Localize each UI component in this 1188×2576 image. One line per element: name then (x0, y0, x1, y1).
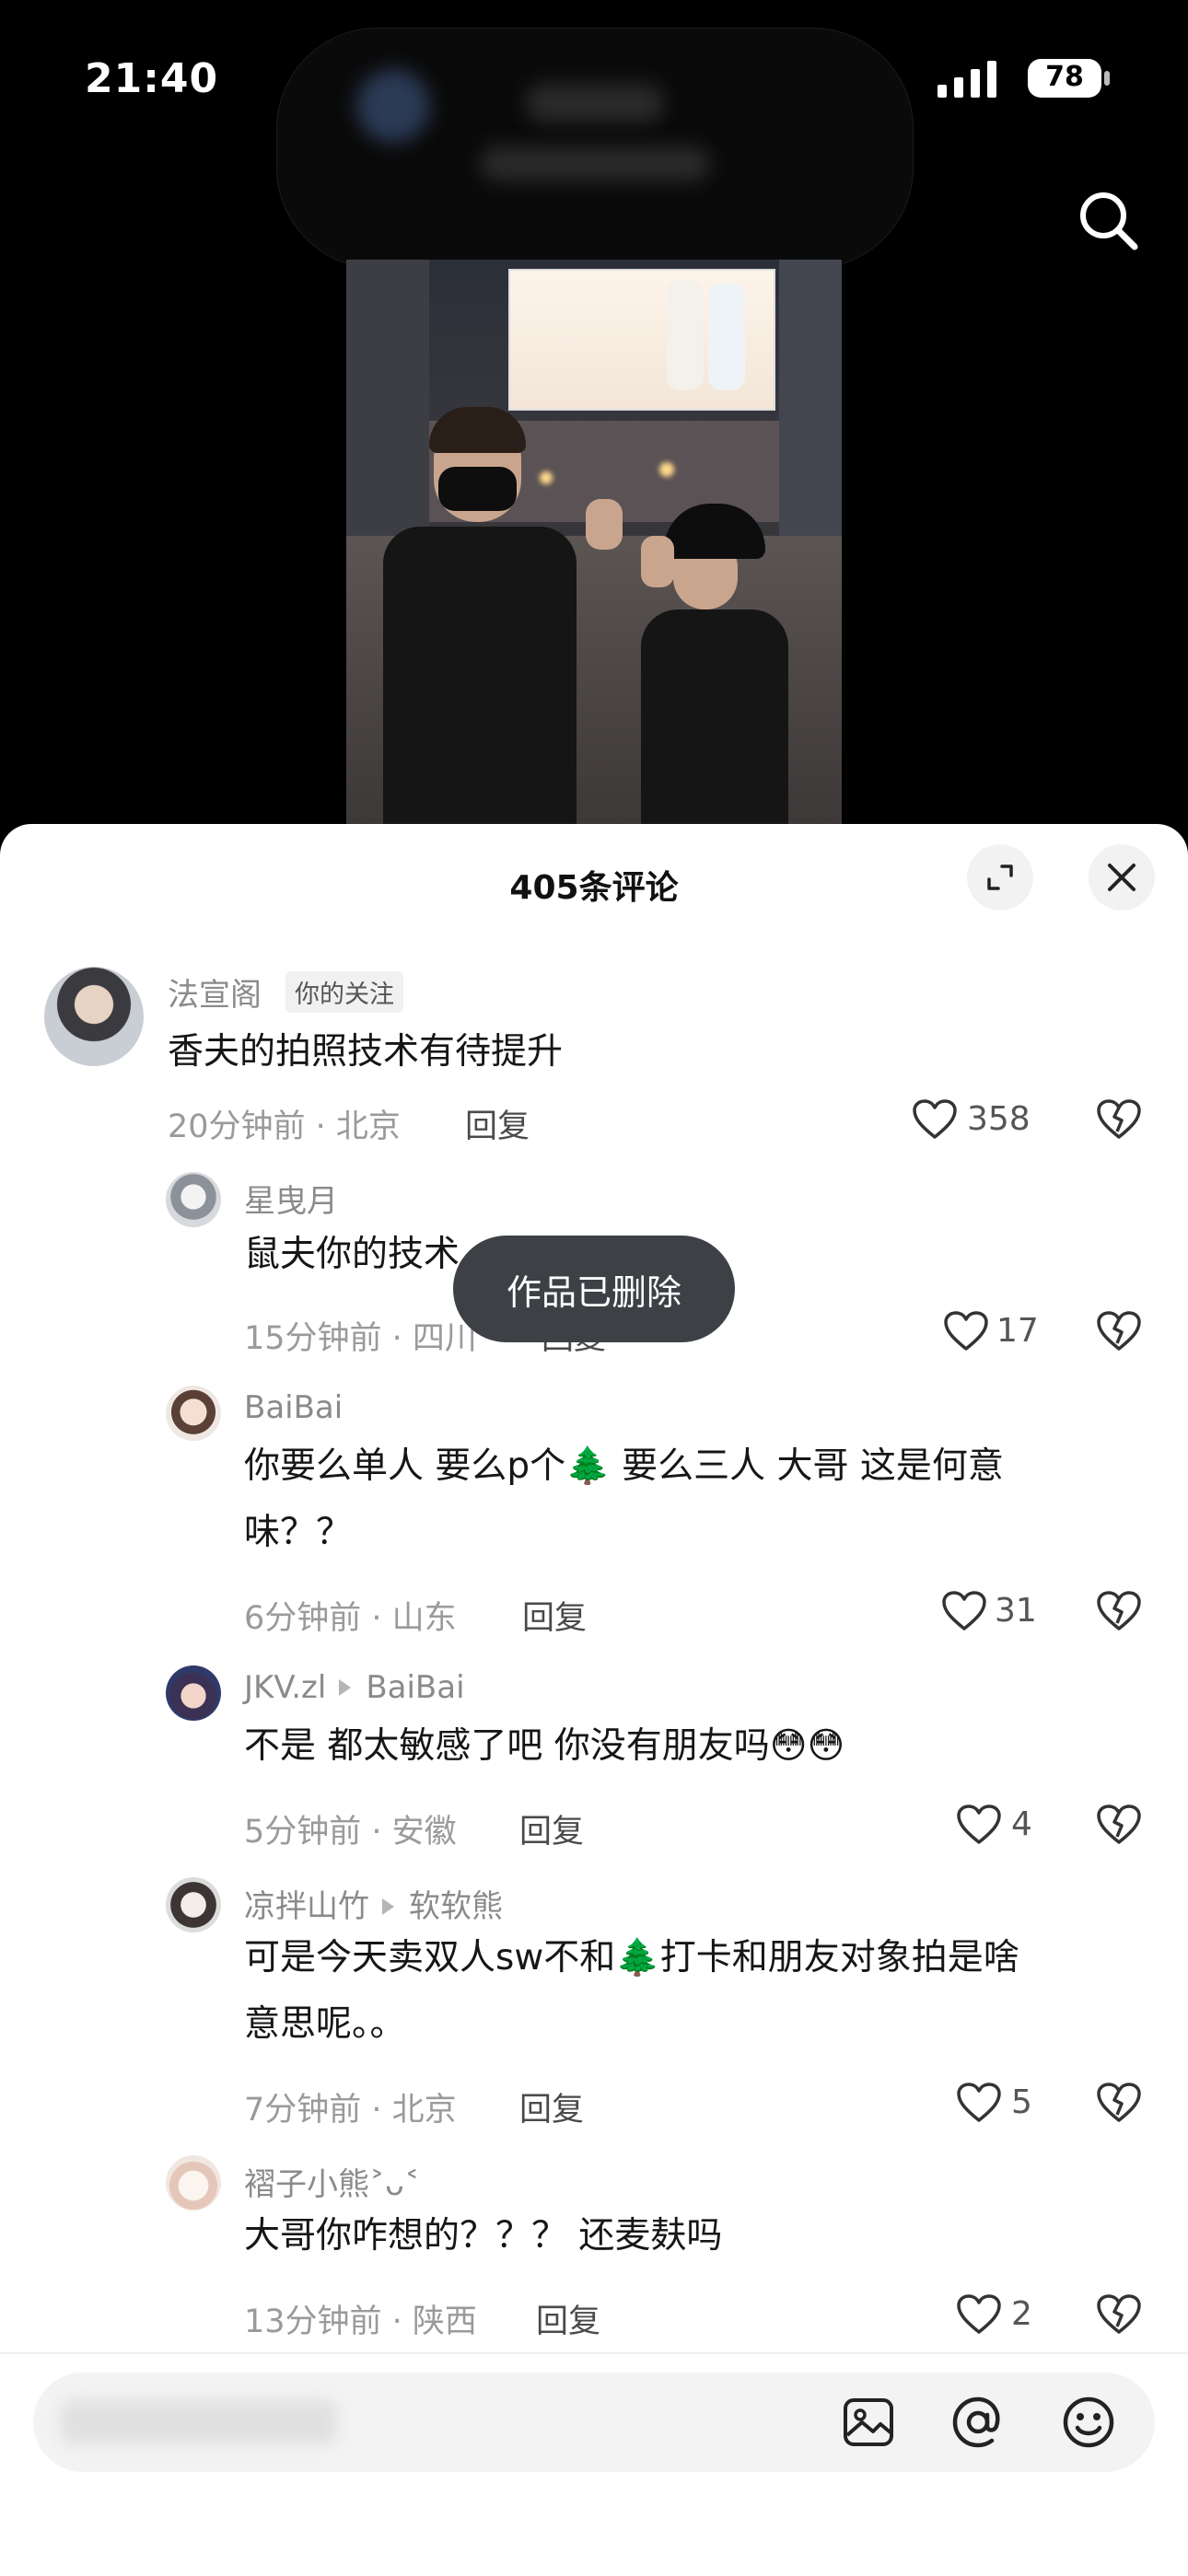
comment-meta: 13分钟前 · 陕西 (244, 2303, 477, 2340)
comment-input[interactable] (33, 2373, 1155, 2472)
following-badge: 你的关注 (285, 971, 403, 1013)
image-icon[interactable] (842, 2396, 895, 2448)
comment-sheet: 405条评论 法宣阁 你的关注 香夫的拍照技术有待提升 20分钟前 · 北京 回… (0, 824, 1188, 2574)
comment-author[interactable]: 星曳月 (244, 1176, 338, 1221)
comment-text: 鼠夫你的技术 (244, 1234, 460, 1275)
like-count: 17 (996, 1312, 1039, 1350)
person-left-hand (586, 499, 623, 550)
video-preview[interactable] (346, 260, 842, 830)
comment-text: 意思呢。。 (244, 2003, 406, 2045)
at-icon[interactable] (950, 2395, 1006, 2450)
comment-text: 香夫的拍照技术有待提升 (168, 1031, 564, 1073)
heart-icon[interactable] (956, 1804, 1002, 1846)
close-button[interactable] (1089, 844, 1155, 911)
blurred-avatar (356, 69, 430, 143)
expand-icon (987, 864, 1013, 890)
street-light (659, 462, 674, 477)
reply-arrow-icon (339, 1678, 352, 1696)
avatar[interactable] (44, 967, 144, 1066)
deleted-toast: 作品已删除 (453, 1236, 735, 1342)
person-right (641, 609, 788, 830)
heart-icon[interactable] (941, 1590, 987, 1632)
reply-to-name[interactable]: BaiBai (366, 1669, 464, 1706)
author-name[interactable]: 凉拌山竹 (244, 1888, 369, 1925)
heart-icon[interactable] (956, 2082, 1002, 2124)
heart-icon[interactable] (943, 1310, 989, 1352)
close-icon (1108, 864, 1136, 891)
broken-heart-icon[interactable] (1096, 1098, 1142, 1141)
like-count: 358 (967, 1100, 1031, 1138)
battery-level: 78 (1045, 61, 1084, 93)
reply-button[interactable]: 回复 (536, 2295, 600, 2342)
comment-text: 大哥你咋想的？？？ 还麦麸吗 (244, 2215, 723, 2257)
reply-to-name[interactable]: 软软熊 (409, 1888, 503, 1925)
person-left (383, 527, 577, 830)
status-time: 21:40 (85, 55, 219, 102)
blurred-placeholder (61, 2400, 337, 2444)
dynamic-island (276, 28, 914, 269)
broken-heart-icon[interactable] (1096, 1590, 1142, 1632)
broken-heart-icon[interactable] (1096, 2293, 1142, 2336)
avatar[interactable] (166, 1172, 221, 1227)
broken-heart-icon[interactable] (1096, 2082, 1142, 2124)
reply-button[interactable]: 回复 (519, 2083, 584, 2130)
comment-text: 可是今天卖双人sw不和🌲打卡和朋友对象拍是啥 (244, 1937, 1019, 1978)
comment-author[interactable]: 法宣阁 (168, 969, 262, 1015)
billboard (508, 269, 775, 411)
search-icon[interactable] (1076, 188, 1140, 252)
like-count: 2 (1011, 2295, 1032, 2333)
avatar[interactable] (166, 2155, 221, 2210)
reply-arrow-icon (382, 1897, 394, 1915)
street-light (540, 471, 553, 484)
comment-meta: 6分钟前 · 山东 (244, 1600, 457, 1637)
broken-heart-icon[interactable] (1096, 1310, 1142, 1352)
like-count: 4 (1011, 1805, 1032, 1843)
reply-button[interactable]: 回复 (465, 1100, 530, 1147)
like-count: 31 (995, 1592, 1037, 1630)
reply-button[interactable]: 回复 (522, 1592, 587, 1639)
reply-button[interactable]: 回复 (519, 1805, 584, 1852)
signal-icon (938, 61, 996, 98)
comment-author[interactable]: 凉拌山竹 软软熊 (244, 1881, 503, 1926)
avatar[interactable] (166, 1665, 221, 1721)
person-right-hand (641, 536, 674, 587)
expand-button[interactable] (967, 844, 1033, 911)
comment-meta: 20分钟前 · 北京 (168, 1108, 401, 1145)
heart-icon[interactable] (912, 1098, 958, 1141)
avatar[interactable] (166, 1386, 221, 1441)
like-count: 5 (1011, 2083, 1032, 2121)
blurred-subtitle (480, 146, 710, 181)
comment-text: 味？？ (244, 1512, 353, 1553)
heart-icon[interactable] (956, 2293, 1002, 2336)
comment-author[interactable]: BaiBai (244, 1389, 343, 1426)
emoji-icon[interactable] (1061, 2395, 1116, 2450)
comment-meta: 5分钟前 · 安徽 (244, 1814, 457, 1851)
comment-author[interactable]: 褶子小熊˃ᴗ˂ (244, 2159, 420, 2204)
comment-input-bar (0, 2352, 1188, 2576)
comment-author[interactable]: JKV.zl BaiBai (244, 1669, 465, 1706)
broken-heart-icon[interactable] (1096, 1804, 1142, 1846)
person-left-hair (429, 407, 526, 453)
comment-text: 你要么单人 要么p个🌲 要么三人 大哥 这是何意 (244, 1445, 1004, 1487)
comment-meta: 15分钟前 · 四川 (244, 1320, 477, 1357)
author-name[interactable]: JKV.zl (244, 1669, 326, 1706)
comment-text: 不是 都太敏感了吧 你没有朋友吗😳😳 (244, 1725, 845, 1767)
avatar[interactable] (166, 1877, 221, 1932)
blurred-title (526, 84, 664, 122)
comment-meta: 7分钟前 · 北京 (244, 2092, 457, 2129)
person-left-mask (438, 467, 517, 511)
